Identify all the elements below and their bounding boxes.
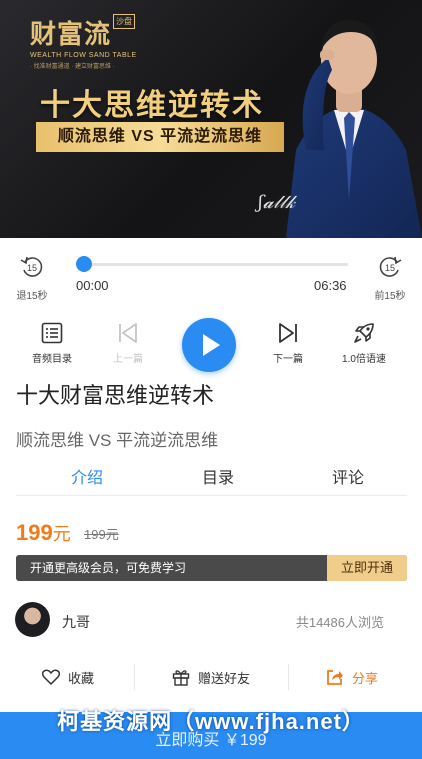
banner-title: 十大思维逆转术 [40, 88, 264, 123]
course-cover-banner: 财富流 沙盘 WEALTH FLOW SAND TABLE · 找准财富通道 · … [0, 0, 422, 238]
price-amount: 199 [16, 520, 53, 545]
buy-now-button[interactable]: 立即购买 ￥199 柯基资源网（www.fjha.net） [0, 709, 422, 759]
audio-list-label: 音频目录 [32, 354, 72, 365]
brand-english-name: WEALTH FLOW SAND TABLE [30, 52, 137, 59]
speaker-signature: ʃ𝓪𝓁𝓁𝓀 [258, 192, 296, 213]
tab-catalog[interactable]: 目录 [202, 464, 234, 488]
site-watermark: 柯基资源网（www.fjha.net） [57, 709, 365, 734]
progress-track[interactable] [84, 263, 348, 266]
brand-slogan: · 找准财富通道 · 建立财富思维 · [30, 64, 115, 70]
back-15s-label: 退15秒 [16, 291, 48, 302]
open-vip-button[interactable]: 立即开通 [327, 555, 407, 581]
tab-comments[interactable]: 评论 [332, 464, 364, 488]
share-icon [327, 670, 343, 685]
svg-text:15: 15 [27, 263, 37, 273]
author-name[interactable]: 九哥 [62, 612, 90, 632]
current-time: 00:00 [76, 278, 109, 293]
gift-icon [172, 670, 190, 686]
vip-promo-bar: 开通更高级会员，可免费学习 立即开通 [16, 555, 407, 581]
gift-to-friend-button[interactable]: 赠送好友 [172, 660, 250, 694]
share-button[interactable]: 分享 [326, 660, 378, 694]
banner-subtitle: 顺流思维 VS 平流逆流思维 [36, 122, 284, 152]
skip-previous-icon [119, 323, 137, 343]
playback-speed-button[interactable]: 1.0倍语速 [334, 322, 394, 365]
total-time: 06:36 [314, 278, 347, 293]
view-count: 共14486人浏览 [295, 615, 384, 630]
course-title: 十大财富思维逆转术 [16, 383, 215, 408]
speaker-photo [286, 20, 422, 238]
playback-speed-label: 1.0倍语速 [342, 354, 386, 365]
original-price: 199元 [84, 527, 119, 542]
forward-15s-button[interactable]: 15 前15秒 [370, 254, 410, 302]
back-15s-button[interactable]: 15 退15秒 [12, 254, 52, 302]
divider [134, 664, 135, 690]
favorite-button[interactable]: 收藏 [42, 660, 94, 694]
price-unit: 元 [52, 524, 71, 544]
list-icon [41, 322, 63, 344]
tab-intro[interactable]: 介绍 [71, 464, 103, 488]
forward-15s-label: 前15秒 [374, 291, 406, 302]
author-avatar[interactable] [15, 602, 50, 637]
divider [288, 664, 289, 690]
current-price: 199元 [16, 520, 71, 546]
brand-logo: 财富流 沙盘 WEALTH FLOW SAND TABLE · 找准财富通道 · … [30, 14, 137, 70]
progress-knob[interactable] [76, 256, 92, 272]
audio-list-button[interactable]: 音频目录 [22, 322, 82, 365]
share-label: 分享 [352, 670, 379, 686]
svg-text:15: 15 [385, 263, 395, 273]
content-tabs: 介绍 目录 评论 [16, 456, 407, 496]
previous-button[interactable]: 上一篇 [98, 322, 158, 365]
vip-promo-text: 开通更高级会员，可免费学习 [30, 561, 187, 575]
course-subtitle: 顺流思维 VS 平流逆流思维 [16, 431, 219, 450]
action-bar: 收藏 赠送好友 分享 [0, 660, 422, 694]
fast-forward-icon: 15 [379, 256, 402, 277]
favorite-label: 收藏 [68, 670, 95, 686]
next-button[interactable]: 下一篇 [258, 322, 318, 365]
heart-icon [42, 669, 60, 685]
gift-label: 赠送好友 [198, 670, 251, 686]
brand-badge: 沙盘 [113, 14, 136, 29]
skip-next-icon [279, 323, 297, 343]
brand-name: 财富流 [30, 20, 112, 50]
play-button[interactable] [182, 318, 236, 372]
rocket-icon [354, 323, 374, 343]
previous-label: 上一篇 [113, 354, 143, 365]
play-icon [203, 334, 220, 356]
rewind-icon: 15 [20, 256, 43, 277]
next-label: 下一篇 [273, 354, 303, 365]
